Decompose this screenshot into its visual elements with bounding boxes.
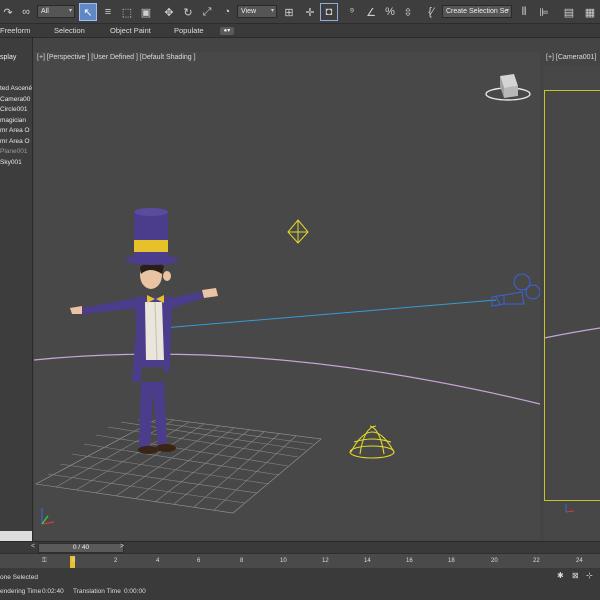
list-item-sky[interactable]: Sky001 xyxy=(0,158,32,169)
tick-label: 22 xyxy=(533,558,540,564)
tick-label: 14 xyxy=(364,558,371,564)
move-icon[interactable]: ✥ xyxy=(161,4,177,20)
scene-object-list: ted Ascené Camera00 Circle001 magician m… xyxy=(0,84,32,169)
named-selection-sets-dropdown[interactable]: Create Selection Se ▾ xyxy=(442,5,512,18)
camera-helper xyxy=(491,273,540,307)
select-manipulate-icon[interactable]: ✛ xyxy=(302,4,318,20)
tab-freeform[interactable]: Freeform xyxy=(0,26,30,35)
isolate-selection-icon[interactable]: ✱ xyxy=(557,571,567,581)
angle-snap-icon[interactable]: ∠ xyxy=(363,4,379,20)
percent-snap-icon[interactable]: % xyxy=(382,4,398,20)
scene-explorer-panel: splay ted Ascené Camera00 Circle001 magi… xyxy=(0,38,33,541)
track-bar[interactable]: ⚿ 0 2 4 6 8 10 12 14 16 18 20 22 24 xyxy=(0,553,600,568)
track-bar-ticks xyxy=(70,556,75,568)
rendering-time-value: 0:02:40 xyxy=(42,588,64,595)
tick-label: 10 xyxy=(280,558,287,564)
rendering-time-label: endering Time xyxy=(0,588,42,595)
time-slider-bar: < 0 / 40 > xyxy=(0,541,600,553)
reference-coordinate-value: View xyxy=(241,8,257,15)
tick-label: 0 xyxy=(72,558,76,564)
selection-status: one Selected xyxy=(0,574,38,581)
layer-explorer-icon[interactable]: ▤ xyxy=(561,4,577,20)
previous-frame-button[interactable]: < xyxy=(31,543,35,550)
scale-icon[interactable]: ⤢ xyxy=(199,4,215,20)
rotate-icon[interactable]: ↻ xyxy=(180,4,196,20)
panel-footer-field[interactable] xyxy=(0,531,32,541)
tick-label: 16 xyxy=(406,558,413,564)
next-frame-button[interactable]: > xyxy=(120,543,124,550)
status-bar: one Selected endering Time 0:02:40 Trans… xyxy=(0,568,600,600)
toggle-ribbon-icon[interactable]: ▦ xyxy=(582,4,598,20)
safe-frame xyxy=(544,90,600,501)
tick-label: 20 xyxy=(491,558,498,564)
ribbon-toggle-button[interactable]: ●▾ xyxy=(220,27,234,35)
selection-filter-dropdown[interactable]: All ▾ xyxy=(37,5,75,18)
tick-label: 2 xyxy=(114,558,118,564)
link-icon[interactable]: ∞ xyxy=(18,4,34,20)
viewcube xyxy=(485,74,531,101)
selection-filter-value: All xyxy=(41,8,49,15)
chevron-down-icon: ▾ xyxy=(68,8,72,14)
tick-label: 8 xyxy=(240,558,244,564)
list-item-sorted-header[interactable]: ted Ascené xyxy=(0,84,32,95)
chevron-down-icon: ▾ xyxy=(270,8,274,14)
edit-named-selection-icon[interactable]: {⁄ xyxy=(423,4,439,20)
spinner-snap-icon[interactable]: ⇳ xyxy=(400,4,416,20)
list-item-plane[interactable]: Plane001 xyxy=(0,147,32,158)
region-select-icon[interactable]: ⬚ xyxy=(119,4,135,20)
select-object-icon[interactable]: ↖ xyxy=(79,3,97,21)
list-item-camera[interactable]: Camera00 xyxy=(0,95,32,106)
time-slider[interactable]: 0 / 40 xyxy=(38,543,124,553)
track-bar-key-icon[interactable]: ⚿ xyxy=(42,558,47,565)
translation-time-value: 0:00:00 xyxy=(124,588,146,595)
tick-label: 4 xyxy=(156,558,160,564)
chevron-down-icon: ▾ xyxy=(505,8,509,14)
tab-object-paint[interactable]: Object Paint xyxy=(110,26,151,35)
snaps-toggle-icon[interactable]: ⁹ xyxy=(344,4,360,20)
magician-character xyxy=(70,208,218,454)
perspective-viewport[interactable]: [+] [Perspective ] [User Defined ] [Defa… xyxy=(34,52,540,540)
selection-lock-icon[interactable]: ⊠ xyxy=(572,571,582,581)
list-item-area-light-2[interactable]: mr Area O xyxy=(0,137,32,148)
sky-light-helper xyxy=(349,425,395,459)
absolute-mode-icon[interactable]: ⊹ xyxy=(586,571,596,581)
select-by-name-icon[interactable]: ≡ xyxy=(100,4,116,20)
camera-viewport-label[interactable]: [+] [Camera001] xyxy=(546,54,596,61)
tab-populate[interactable]: Populate xyxy=(174,26,204,35)
window-crossing-icon[interactable]: ▣ xyxy=(138,4,154,20)
tick-label: 12 xyxy=(322,558,329,564)
keyboard-shortcut-override-icon[interactable]: ◘ xyxy=(320,3,338,21)
mirror-icon[interactable]: ⫴ xyxy=(516,4,532,20)
tick-label: 18 xyxy=(448,558,455,564)
tab-selection[interactable]: Selection xyxy=(54,26,85,35)
pivot-icon[interactable]: ⊞ xyxy=(281,4,297,20)
main-toolbar: ↷ ∞ All ▾ ↖ ≡ ⬚ ▣ ✥ ↻ ⤢ ◔ View ▾ ⊞ ✛ ◘ ⁹… xyxy=(0,0,600,24)
area-light-helper xyxy=(287,219,309,244)
axis-tripod xyxy=(41,508,55,525)
redo-icon[interactable]: ↷ xyxy=(0,4,16,20)
viewport-scene xyxy=(34,74,540,525)
camera-target-line xyxy=(162,299,497,329)
sky-horizon-line xyxy=(34,353,540,405)
tick-label: 24 xyxy=(576,558,583,564)
place-icon[interactable]: ◔ xyxy=(219,4,235,20)
list-item-circle[interactable]: Circle001 xyxy=(0,105,32,116)
tick-label: 6 xyxy=(197,558,201,564)
named-selection-sets-value: Create Selection Se xyxy=(446,8,509,15)
ribbon-tabs: Freeform Selection Object Paint Populate… xyxy=(0,24,600,38)
reference-coordinate-dropdown[interactable]: View ▾ xyxy=(237,5,277,18)
ground-grid xyxy=(35,417,322,514)
list-item-area-light-1[interactable]: mr Area O xyxy=(0,126,32,137)
3dsmax-window: ↷ ∞ All ▾ ↖ ≡ ⬚ ▣ ✥ ↻ ⤢ ◔ View ▾ ⊞ ✛ ◘ ⁹… xyxy=(0,0,600,600)
translation-time-label: Translation Time xyxy=(73,588,121,595)
align-icon[interactable]: ⊫ xyxy=(536,4,552,20)
list-item-magician[interactable]: magician xyxy=(0,116,32,127)
display-tab[interactable]: splay xyxy=(0,54,32,68)
